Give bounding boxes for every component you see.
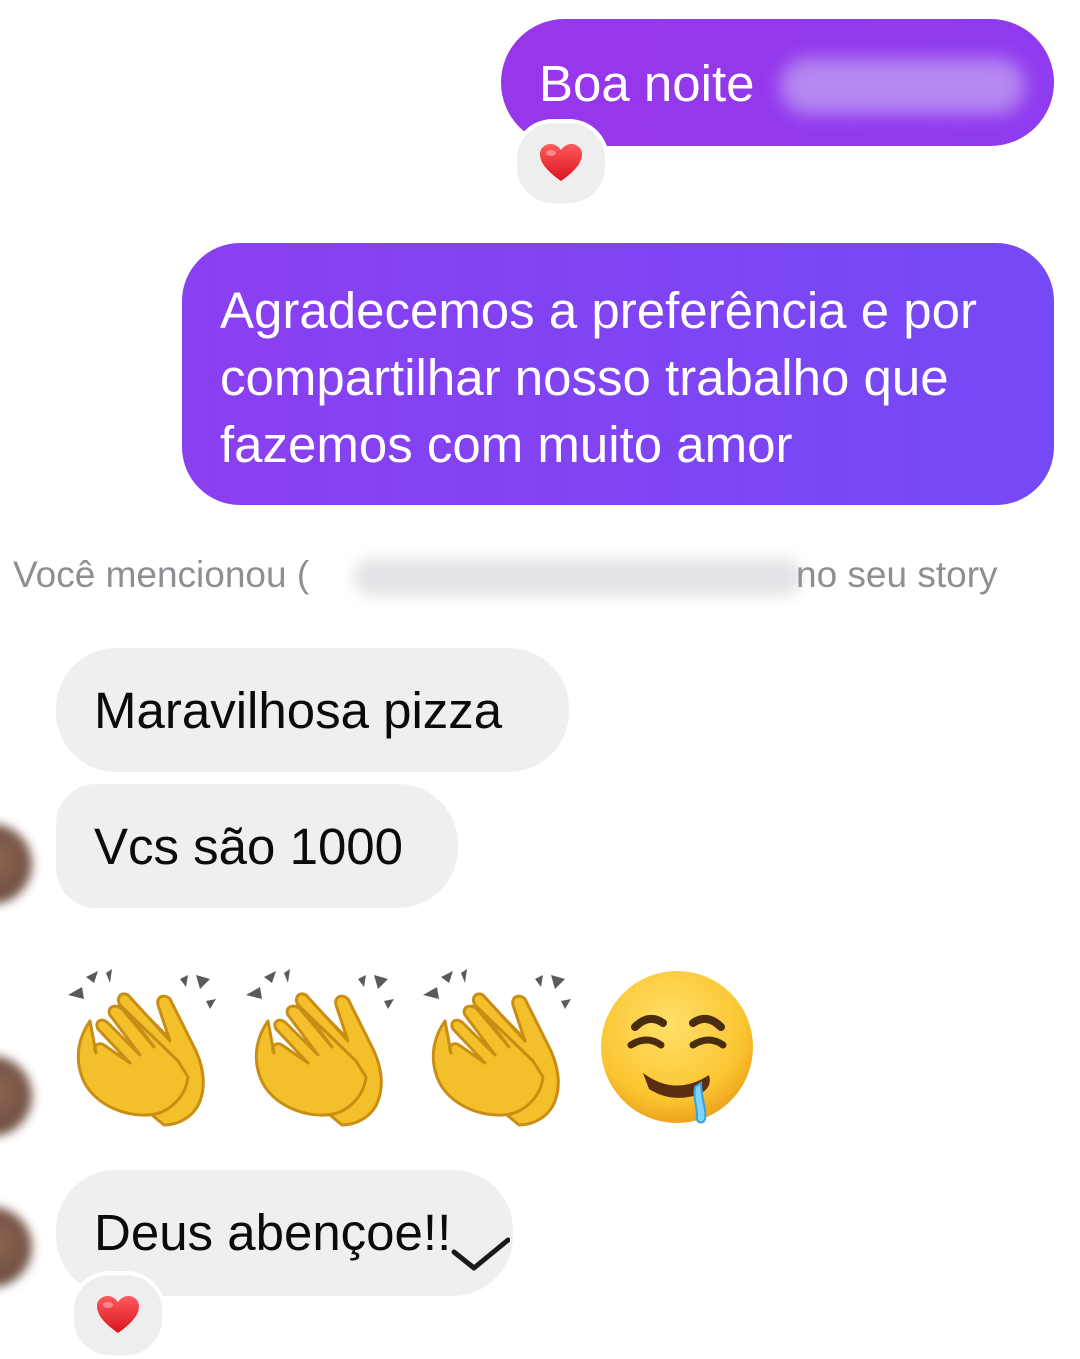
message-text: Vcs são 1000 bbox=[94, 818, 404, 875]
message-text: Maravilhosa pizza bbox=[94, 682, 503, 739]
message-text: Deus abençoe!! bbox=[94, 1204, 452, 1261]
outgoing-message[interactable]: Agradecemos a preferência e por comparti… bbox=[182, 243, 1054, 505]
heart-icon bbox=[97, 1296, 139, 1333]
redacted-name bbox=[780, 58, 1025, 114]
redacted-handle bbox=[353, 558, 803, 596]
incoming-message[interactable]: Vcs são 1000 bbox=[56, 784, 458, 908]
clapping-hands-icon[interactable] bbox=[238, 965, 408, 1135]
checkmark-icon bbox=[451, 1237, 510, 1271]
incoming-message[interactable]: Maravilhosa pizza bbox=[56, 648, 569, 772]
reaction-badge[interactable] bbox=[70, 1271, 166, 1359]
clapping-hands-icon[interactable] bbox=[60, 965, 230, 1135]
avatar[interactable] bbox=[0, 1207, 32, 1287]
drooling-face-icon[interactable] bbox=[597, 965, 767, 1135]
reaction-badge[interactable] bbox=[513, 119, 609, 207]
mention-suffix: no seu story bbox=[796, 554, 998, 595]
message-text: Boa noite bbox=[539, 55, 755, 112]
avatar[interactable] bbox=[0, 1056, 32, 1136]
message-text: Agradecemos a preferência e por comparti… bbox=[220, 282, 977, 473]
avatar[interactable] bbox=[0, 824, 32, 904]
clapping-hands-icon[interactable] bbox=[415, 965, 585, 1135]
heart-icon bbox=[540, 144, 582, 181]
mention-prefix: Você mencionou ( bbox=[13, 554, 310, 595]
